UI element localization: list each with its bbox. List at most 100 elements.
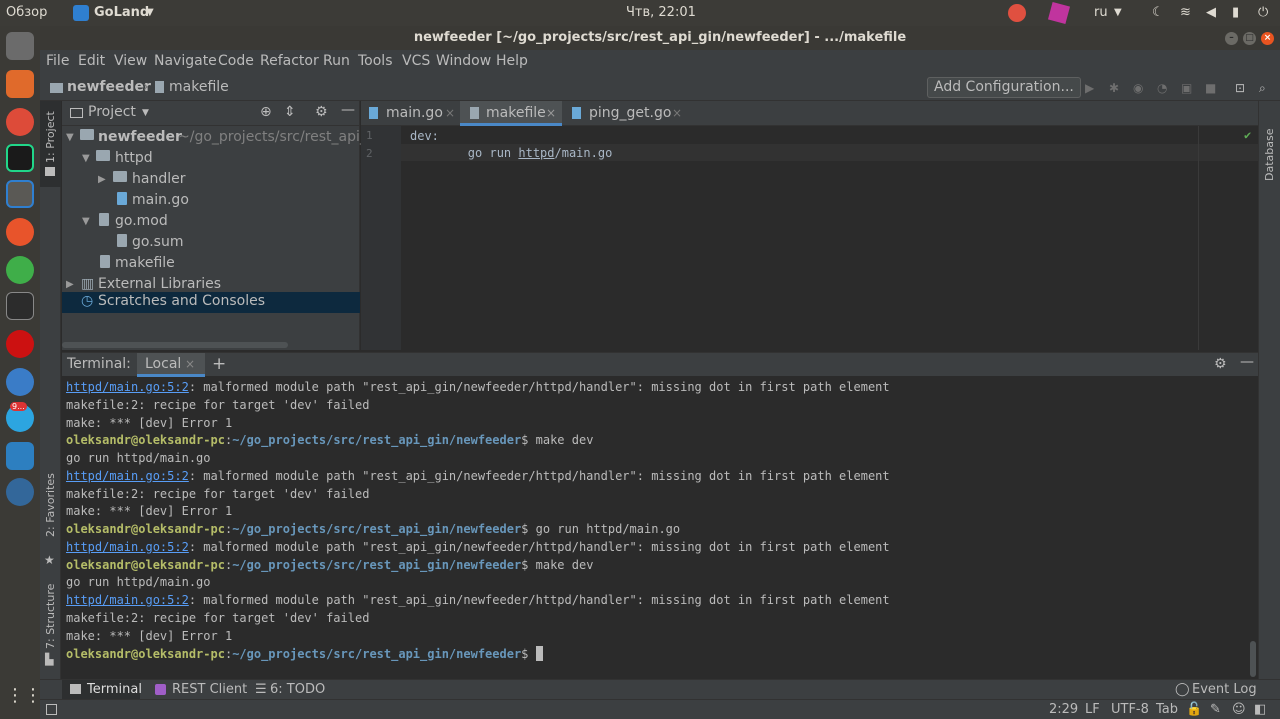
tree-row-scratches[interactable]: ◷ Scratches and Consoles: [62, 292, 360, 313]
menu-edit[interactable]: Edit: [78, 53, 105, 69]
file-encoding[interactable]: UTF-8: [1111, 702, 1149, 717]
robo3t-icon[interactable]: [6, 256, 34, 284]
todo-tool-button[interactable]: 6: TODO: [270, 682, 325, 697]
hide-panel-icon[interactable]: —: [1240, 354, 1254, 370]
volume-icon[interactable]: ◀: [1206, 5, 1216, 20]
menu-tools[interactable]: Tools: [358, 53, 393, 69]
app-menu[interactable]: GoLand: [94, 5, 149, 20]
hide-panel-icon[interactable]: —: [341, 102, 355, 118]
project-tool-button[interactable]: 1: Project: [44, 111, 57, 163]
language-indicator[interactable]: ru: [1094, 5, 1108, 20]
project-view-selector[interactable]: Project: [88, 104, 136, 120]
close-tab-icon[interactable]: ×: [672, 106, 682, 120]
toggle-tool-windows-icon[interactable]: [46, 704, 57, 715]
clock[interactable]: Чтв, 22:01: [626, 5, 696, 20]
docker-icon[interactable]: [6, 442, 34, 470]
menu-help[interactable]: Help: [496, 53, 528, 69]
menu-vcs[interactable]: VCS: [402, 53, 430, 69]
menu-window[interactable]: Window: [436, 53, 491, 69]
tray-jetbrains-icon[interactable]: [1047, 1, 1071, 25]
database-tool-button[interactable]: Database: [1263, 129, 1276, 182]
gear-icon[interactable]: ⚙: [1214, 356, 1227, 372]
tree-row-root[interactable]: ▼ newfeeder ~/go_projects/src/rest_api_g: [62, 128, 376, 149]
rest-client-tool-button[interactable]: REST Client: [172, 682, 247, 697]
telegram-icon[interactable]: 9...: [6, 402, 34, 432]
indent-setting[interactable]: Tab: [1156, 702, 1178, 717]
breadcrumb-project[interactable]: newfeeder: [67, 79, 151, 95]
event-log-button[interactable]: Event Log: [1192, 682, 1257, 697]
close-tab-icon[interactable]: ×: [445, 106, 455, 120]
menu-file[interactable]: File: [46, 53, 69, 69]
power-icon[interactable]: ⏻: [1258, 5, 1268, 20]
project-structure-icon[interactable]: ⊡: [1235, 82, 1247, 94]
goland-icon[interactable]: [6, 180, 34, 208]
run-icon[interactable]: ▶: [1085, 82, 1097, 94]
tray-app-icon[interactable]: [1008, 4, 1026, 22]
debug-icon[interactable]: ✱: [1109, 82, 1121, 94]
close-tab-icon[interactable]: ×: [185, 357, 195, 371]
pycharm-icon[interactable]: [6, 144, 34, 172]
tree-row-httpd[interactable]: ▼ httpd: [62, 149, 360, 170]
error-file-link[interactable]: httpd/main.go:5:2: [66, 469, 189, 483]
terminal-output[interactable]: httpd/main.go:5:2: malformed module path…: [62, 377, 1258, 679]
menu-run[interactable]: Run: [323, 53, 350, 69]
coverage-icon[interactable]: ◉: [1133, 82, 1145, 94]
code-path-link[interactable]: httpd: [518, 146, 554, 160]
opera-icon[interactable]: [6, 330, 34, 358]
code-editor[interactable]: 1 2 dev: go run httpd/main.go ✔: [361, 126, 1258, 350]
tree-row-makefile[interactable]: makefile: [62, 254, 360, 275]
tree-row-main-go[interactable]: main.go: [62, 191, 360, 212]
chrome-icon[interactable]: [6, 108, 34, 136]
build-icon[interactable]: ▣: [1181, 82, 1193, 94]
error-file-link[interactable]: httpd/main.go:5:2: [66, 380, 189, 394]
error-file-link[interactable]: httpd/main.go:5:2: [66, 540, 189, 554]
help-icon[interactable]: [6, 368, 34, 396]
horizontal-scrollbar[interactable]: [62, 342, 288, 348]
minimize-icon[interactable]: –: [1225, 32, 1238, 45]
tree-row-go-mod[interactable]: ▼ go.mod: [62, 212, 360, 233]
profile-icon[interactable]: ◔: [1157, 82, 1169, 94]
show-apps-icon[interactable]: ⋮⋮: [6, 682, 42, 710]
add-configuration-button[interactable]: Add Configuration...: [927, 77, 1081, 98]
night-light-icon[interactable]: ☾: [1152, 5, 1164, 20]
terminal-icon[interactable]: [6, 292, 34, 320]
close-tab-icon[interactable]: ×: [546, 106, 556, 120]
structure-tool-button[interactable]: 7: Structure: [44, 584, 57, 649]
stop-icon[interactable]: ■: [1205, 82, 1217, 94]
menu-refactor[interactable]: Refactor: [260, 53, 319, 69]
menu-navigate[interactable]: Navigate: [154, 53, 217, 69]
files-icon[interactable]: [6, 32, 34, 60]
lock-icon[interactable]: 🔓: [1186, 702, 1202, 717]
inspector-icon[interactable]: ☺: [1232, 702, 1246, 717]
tree-row-handler[interactable]: ▶ handler: [62, 170, 360, 191]
error-file-link[interactable]: httpd/main.go:5:2: [66, 593, 189, 607]
tab-makefile[interactable]: makefile ×: [460, 101, 562, 126]
notifications-icon[interactable]: ◧: [1254, 702, 1266, 717]
terminal-tool-button[interactable]: Terminal: [87, 682, 142, 697]
menu-view[interactable]: View: [114, 53, 147, 69]
gear-icon[interactable]: ⚙: [315, 104, 328, 120]
menu-code[interactable]: Code: [218, 53, 254, 69]
search-everywhere-icon[interactable]: ⌕: [1259, 82, 1271, 94]
tab-ping-get-go[interactable]: ping_get.go ×: [564, 101, 694, 126]
caret-position[interactable]: 2:29: [1049, 702, 1078, 717]
activities-button[interactable]: Обзор: [6, 5, 47, 20]
tab-main-go[interactable]: main.go ×: [361, 101, 458, 126]
collapse-all-icon[interactable]: ⇕: [284, 104, 296, 120]
terminal-tab-local[interactable]: Local ×: [137, 353, 205, 377]
close-icon[interactable]: ×: [1261, 32, 1274, 45]
wifi-icon[interactable]: ≋: [1180, 5, 1191, 20]
locate-file-icon[interactable]: ⊕: [260, 104, 272, 120]
postman-icon[interactable]: [6, 218, 34, 246]
favorites-tool-button[interactable]: 2: Favorites: [44, 473, 57, 537]
postgres-icon[interactable]: [6, 478, 34, 506]
vertical-scrollbar[interactable]: [1250, 641, 1256, 677]
line-separator[interactable]: LF: [1085, 702, 1100, 717]
tree-row-go-sum[interactable]: go.sum: [62, 233, 360, 254]
new-terminal-icon[interactable]: +: [212, 354, 226, 374]
breadcrumb-file[interactable]: makefile: [169, 79, 229, 95]
battery-icon[interactable]: ▮: [1232, 5, 1239, 20]
software-center-icon[interactable]: [6, 70, 34, 98]
maximize-icon[interactable]: □: [1243, 32, 1256, 45]
settings-icon[interactable]: ✎: [1210, 702, 1221, 717]
